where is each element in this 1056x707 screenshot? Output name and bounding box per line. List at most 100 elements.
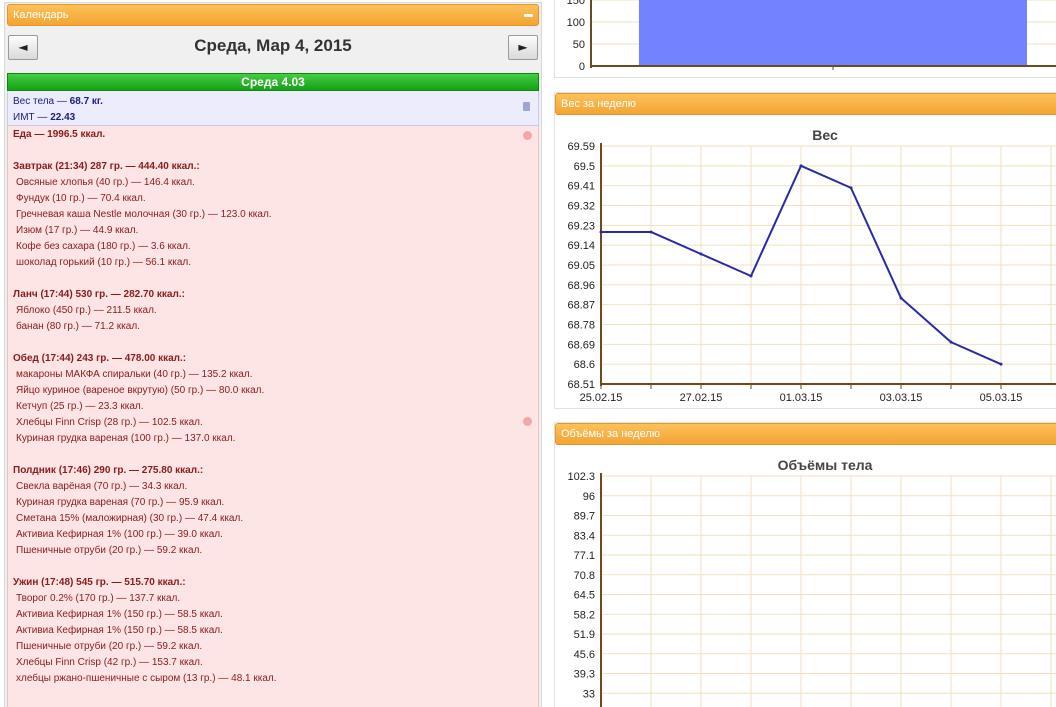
food-item[interactable]: Свекла варёная (70 гр.) — 34.3 ккал.	[13, 479, 533, 495]
y-tick-label: 96	[583, 491, 595, 503]
apple-icon[interactable]	[523, 417, 532, 426]
food-item[interactable]: Активиа Кефирная 1% (150 гр.) — 58.5 кка…	[13, 623, 533, 639]
y-tick-label: 68.96	[567, 280, 595, 292]
date-navigation: ◄ Среда, Мар 4, 2015 ►	[5, 26, 541, 68]
y-tick-label: 70.8	[574, 570, 595, 582]
data-point	[649, 230, 653, 234]
food-gap	[13, 559, 533, 575]
food-item[interactable]: Яблоко (450 гр.) — 211.5 ккал.	[13, 303, 533, 319]
meal-header[interactable]: Полдник (17:46) 290 гр. — 275.80 ккал.:	[13, 463, 533, 479]
meal-header[interactable]: Ланч (17:44) 530 гр. — 282.70 ккал.:	[13, 287, 533, 303]
collapse-icon[interactable]	[524, 14, 533, 17]
meal-header[interactable]: Еда — 1996.5 ккал.	[13, 127, 533, 143]
food-item[interactable]: Сметана 15% (маложирная) (30 гр.) — 47.4…	[13, 511, 533, 527]
data-point	[749, 274, 753, 278]
calendar-header-label: Календарь	[13, 9, 69, 21]
data-point	[699, 252, 703, 256]
top-chart-card: 0 50 100 150	[554, 0, 1056, 78]
food-item[interactable]: Творог 0.2% (170 гр.) — 137.7 ккал.	[13, 591, 533, 607]
y-tick-label: 77.1	[574, 550, 595, 562]
data-point	[899, 296, 903, 300]
food-item[interactable]: Хлебцы Finn Crisp (28 гр.) — 102.5 ккал.	[13, 415, 533, 431]
y-tick-label: 64.5	[574, 590, 595, 602]
y-tick-label: 69.5	[574, 161, 595, 173]
food-item[interactable]: хлебцы ржано-пшеничные с сыром (13 гр.) …	[13, 671, 533, 687]
y-tick-label: 69.05	[567, 260, 595, 272]
food-gap	[13, 143, 533, 159]
food-item[interactable]: Активиа Кефирная 1% (150 гр.) — 58.5 кка…	[13, 607, 533, 623]
food-item[interactable]: Изюм (17 гр.) — 44.9 ккал.	[13, 223, 533, 239]
bar	[639, 0, 1027, 66]
prev-day-button[interactable]: ◄	[8, 35, 38, 60]
x-tick-label: 01.03.15	[780, 392, 823, 404]
y-tick-label: 102.3	[567, 471, 595, 483]
food-item[interactable]: Фундук (10 гр.) — 70.4 ккал.	[13, 191, 533, 207]
food-item[interactable]: банан (80 гр.) — 71.2 ккал.	[13, 319, 533, 335]
x-tick-label: 05.03.15	[980, 392, 1023, 404]
food-item[interactable]: Пшеничные отруби (20 гр.) — 59.2 ккал.	[13, 543, 533, 559]
food-item[interactable]: Овсяные хлопья (40 гр.) — 146.4 ккал.	[13, 175, 533, 191]
y-tick-label: 50	[573, 39, 585, 51]
meal-header[interactable]: Обед (17:44) 243 гр. — 478.00 ккал.:	[13, 351, 533, 367]
food-log: Еда — 1996.5 ккал. Завтрак (21:34) 287 гр…	[7, 126, 539, 707]
y-tick-label: 69.32	[567, 201, 595, 213]
y-tick-label: 68.51	[567, 379, 595, 391]
food-item[interactable]: Кофе без сахара (180 гр.) — 3.6 ккал.	[13, 239, 533, 255]
app-root: Календарь ◄ Среда, Мар 4, 2015 ► Среда 4…	[0, 0, 1056, 707]
y-tick-label: 69.59	[567, 141, 595, 153]
calendar-panel: Календарь ◄ Среда, Мар 4, 2015 ► Среда 4…	[4, 2, 542, 707]
food-item[interactable]: Яйцо куриное (вареное вкрутую) (50 гр.) …	[13, 383, 533, 399]
weight-chart-card: Вес за неделю Вес 68.51 68.6 68.69 68.78 68.…	[554, 92, 1056, 409]
y-tick-label: 100	[567, 17, 585, 29]
apple-icon[interactable]	[523, 131, 532, 140]
y-tick-label: 83.4	[574, 530, 595, 542]
food-item[interactable]: Гречневая каша Nestle молочная (30 гр.) …	[13, 207, 533, 223]
x-tick-label: 27.02.15	[680, 392, 723, 404]
y-tick-label: 39.3	[574, 669, 595, 681]
y-tick-label: 33	[583, 688, 595, 700]
food-item[interactable]: Кетчуп (25 гр.) — 23.3 ккал.	[13, 399, 533, 415]
data-point	[599, 230, 603, 234]
food-gap	[13, 447, 533, 463]
body-weight-value: 68.7 кг.	[69, 96, 103, 107]
scale-icon[interactable]	[523, 102, 530, 111]
y-tick-label: 45.6	[574, 649, 595, 661]
next-day-button[interactable]: ►	[508, 35, 538, 60]
data-point	[949, 340, 953, 344]
current-date-title: Среда, Мар 4, 2015	[194, 36, 352, 55]
food-item[interactable]: Хлебцы Finn Crisp (42 гр.) — 153.7 ккал.	[13, 655, 533, 671]
y-tick-label: 68.6	[574, 359, 595, 371]
y-tick-label: 89.7	[574, 511, 595, 523]
food-item[interactable]: макароны МАКФА спиральки (40 гр.) — 135.…	[13, 367, 533, 383]
data-point	[849, 186, 853, 190]
food-item[interactable]: Куриная грудка вареная (100 гр.) — 137.0…	[13, 431, 533, 447]
x-tick-label: 03.03.15	[880, 392, 923, 404]
food-item[interactable]: Активиа Кефирная 1% (100 гр.) — 39.0 кка…	[13, 527, 533, 543]
weight-chart: 68.51 68.6 68.69 68.78 68.87 68.96 69.05 69.14 6…	[567, 141, 1056, 404]
bar-chart: 0 50 100 150	[567, 0, 1056, 73]
y-tick-label: 58.2	[574, 609, 595, 621]
food-item[interactable]: шоколад горький (10 гр.) — 56.1 ккал.	[13, 255, 533, 271]
y-tick-label: 150	[567, 0, 585, 7]
data-point	[999, 362, 1003, 366]
y-tick-label: 0	[579, 61, 585, 73]
volume-chart-card: Объёмы за неделю Объёмы тела 102.3 96 89.7…	[554, 422, 1056, 707]
body-weight-line: Вес тела — 68.7 кг.	[13, 94, 533, 110]
bmi-label: ИМТ —	[13, 112, 51, 123]
weight-summary: Вес тела — 68.7 кг. ИМТ — 22.43	[7, 91, 539, 126]
data-point	[799, 164, 803, 168]
calendar-header[interactable]: Календарь	[7, 4, 539, 26]
food-item[interactable]: Пшеничные отруби (20 гр.) — 59.2 ккал.	[13, 639, 533, 655]
food-item[interactable]: Куриная грудка вареная (70 гр.) — 95.9 к…	[13, 495, 533, 511]
bmi-line: ИМТ — 22.43	[13, 110, 533, 126]
day-bar[interactable]: Среда 4.03	[7, 73, 539, 91]
food-gap	[13, 335, 533, 351]
y-tick-label: 69.41	[567, 181, 595, 193]
x-tick-label: 25.02.15	[580, 392, 623, 404]
body-weight-label: Вес тела —	[13, 96, 70, 107]
y-tick-label: 51.9	[574, 629, 595, 641]
meal-header[interactable]: Завтрак (21:34) 287 гр. — 444.40 ккал.:	[13, 159, 533, 175]
bmi-value: 22.43	[50, 112, 76, 123]
meal-header[interactable]: Ужин (17:48) 545 гр. — 515.70 ккал.:	[13, 575, 533, 591]
y-tick-label: 68.87	[567, 300, 595, 312]
